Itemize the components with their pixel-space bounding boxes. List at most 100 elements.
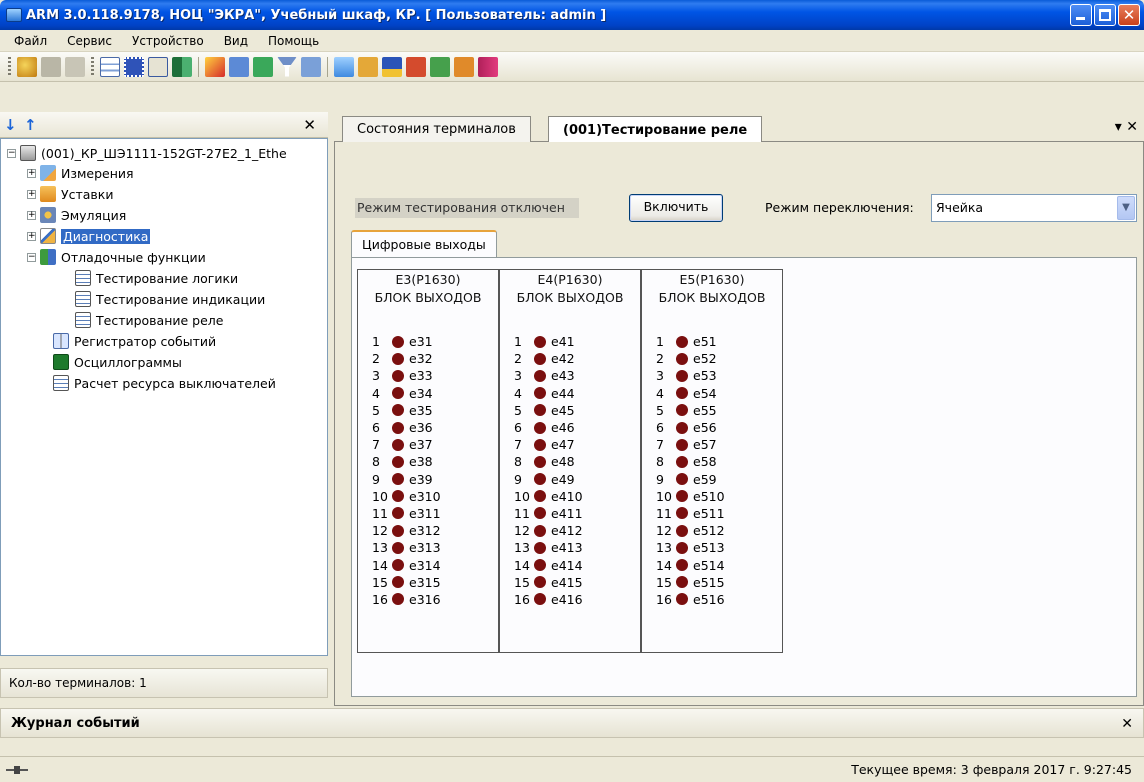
tree-item-diagnostics[interactable]: + Диагностика bbox=[27, 226, 151, 246]
tree-item-settings[interactable]: + Уставки bbox=[27, 184, 113, 204]
output-row[interactable]: 16 e516 bbox=[656, 591, 725, 608]
maximize-button[interactable] bbox=[1094, 4, 1116, 26]
tree-item-oscillograms[interactable]: Осциллограммы bbox=[53, 352, 182, 372]
output-row[interactable]: 1 e41 bbox=[514, 333, 583, 350]
resize-icon[interactable] bbox=[148, 56, 168, 77]
output-row[interactable]: 8 e38 bbox=[372, 453, 441, 470]
arrow-down-icon[interactable]: ↓ bbox=[4, 117, 18, 133]
tree-item-measurements[interactable]: + Измерения bbox=[27, 163, 134, 183]
output-row[interactable]: 4 e44 bbox=[514, 385, 583, 402]
tree-item-debug-functions[interactable]: − Отладочные функции bbox=[27, 247, 206, 267]
output-row[interactable]: 2 e52 bbox=[656, 350, 725, 367]
expand-icon[interactable]: + bbox=[27, 168, 36, 178]
tab-terminal-states[interactable]: Состояния терминалов bbox=[342, 116, 531, 142]
filter-icon[interactable] bbox=[277, 56, 297, 77]
tree-item-emulation[interactable]: + Эмуляция bbox=[27, 205, 126, 225]
chevron-down-icon[interactable]: ▼ bbox=[1117, 196, 1135, 220]
report-icon[interactable] bbox=[205, 56, 225, 77]
output-row[interactable]: 8 e48 bbox=[514, 453, 583, 470]
output-row[interactable]: 13 e313 bbox=[372, 539, 441, 556]
disconnect-icon[interactable] bbox=[41, 56, 61, 77]
output-row[interactable]: 2 e32 bbox=[372, 350, 441, 367]
output-row[interactable]: 1 e31 bbox=[372, 333, 441, 350]
output-row[interactable]: 11 e511 bbox=[656, 505, 725, 522]
plugin-icon[interactable] bbox=[454, 56, 474, 77]
output-row[interactable]: 6 e36 bbox=[372, 419, 441, 436]
clear-filter-icon[interactable] bbox=[301, 56, 321, 77]
tab-list-and-close-icon[interactable]: ▾ ✕ bbox=[1115, 119, 1138, 135]
output-row[interactable]: 12 e412 bbox=[514, 522, 583, 539]
output-row[interactable]: 10 e410 bbox=[514, 488, 583, 505]
toolbar-grip[interactable] bbox=[8, 56, 11, 77]
tab-digital-outputs[interactable]: Цифровые выходы bbox=[351, 230, 497, 258]
network-icon[interactable] bbox=[253, 56, 273, 77]
output-row[interactable]: 5 e55 bbox=[656, 402, 725, 419]
output-row[interactable]: 12 e312 bbox=[372, 522, 441, 539]
tab-relay-testing[interactable]: (001)Тестирование реле bbox=[548, 116, 763, 143]
device-icon[interactable] bbox=[65, 56, 85, 77]
output-row[interactable]: 14 e514 bbox=[656, 556, 725, 573]
folder-open-icon[interactable] bbox=[334, 56, 354, 77]
output-row[interactable]: 3 e33 bbox=[372, 367, 441, 384]
output-row[interactable]: 12 e512 bbox=[656, 522, 725, 539]
output-row[interactable]: 2 e42 bbox=[514, 350, 583, 367]
output-row[interactable]: 11 e411 bbox=[514, 505, 583, 522]
output-row[interactable]: 15 e415 bbox=[514, 574, 583, 591]
output-row[interactable]: 11 e311 bbox=[372, 505, 441, 522]
output-row[interactable]: 5 e35 bbox=[372, 402, 441, 419]
output-row[interactable]: 15 e515 bbox=[656, 574, 725, 591]
output-row[interactable]: 10 e510 bbox=[656, 488, 725, 505]
menu-view[interactable]: Вид bbox=[224, 34, 248, 48]
output-row[interactable]: 4 e54 bbox=[656, 385, 725, 402]
tree-item-event-recorder[interactable]: Регистратор событий bbox=[53, 331, 216, 351]
collapse-icon[interactable]: − bbox=[7, 148, 16, 158]
enable-button[interactable]: Включить bbox=[629, 194, 723, 222]
output-row[interactable]: 6 e46 bbox=[514, 419, 583, 436]
output-row[interactable]: 6 e56 bbox=[656, 419, 725, 436]
output-row[interactable]: 16 e316 bbox=[372, 591, 441, 608]
output-row[interactable]: 1 e51 bbox=[656, 333, 725, 350]
expand-icon[interactable]: + bbox=[27, 231, 36, 241]
collapse-icon[interactable]: − bbox=[27, 252, 36, 262]
select-icon[interactable] bbox=[124, 56, 144, 77]
output-row[interactable]: 16 e416 bbox=[514, 591, 583, 608]
tree-item-breaker-resource[interactable]: Расчет ресурса выключателей bbox=[53, 373, 276, 393]
tree-item-indication-test[interactable]: Тестирование индикации bbox=[75, 289, 265, 309]
output-row[interactable]: 9 e59 bbox=[656, 471, 725, 488]
close-pane-icon[interactable]: ✕ bbox=[303, 116, 316, 134]
output-row[interactable]: 14 e414 bbox=[514, 556, 583, 573]
output-row[interactable]: 9 e39 bbox=[372, 471, 441, 488]
edit-icon[interactable] bbox=[358, 56, 378, 77]
tree-item-logic-test[interactable]: Тестирование логики bbox=[75, 268, 238, 288]
output-row[interactable]: 10 e310 bbox=[372, 488, 441, 505]
tools-icon[interactable] bbox=[430, 56, 450, 77]
grid-icon[interactable] bbox=[172, 56, 192, 77]
minimize-button[interactable] bbox=[1070, 4, 1092, 26]
arrow-up-icon[interactable]: ↑ bbox=[24, 117, 38, 133]
output-row[interactable]: 3 e53 bbox=[656, 367, 725, 384]
output-row[interactable]: 8 e58 bbox=[656, 453, 725, 470]
tree-root[interactable]: − (001)_КР_ШЭ1111-152GT-27E2_1_Ethe bbox=[7, 143, 287, 163]
output-row[interactable]: 14 e314 bbox=[372, 556, 441, 573]
switch-mode-select[interactable]: Ячейка ▼ bbox=[931, 194, 1137, 222]
list-icon[interactable] bbox=[100, 56, 120, 77]
expand-icon[interactable]: + bbox=[27, 189, 36, 199]
output-row[interactable]: 7 e47 bbox=[514, 436, 583, 453]
close-button[interactable]: ✕ bbox=[1118, 4, 1140, 26]
chart-icon[interactable] bbox=[406, 56, 426, 77]
expand-icon[interactable]: + bbox=[27, 210, 36, 220]
output-row[interactable]: 5 e45 bbox=[514, 402, 583, 419]
menu-file[interactable]: Файл bbox=[14, 34, 47, 48]
menu-service[interactable]: Сервис bbox=[67, 34, 112, 48]
output-row[interactable]: 9 e49 bbox=[514, 471, 583, 488]
output-row[interactable]: 13 e513 bbox=[656, 539, 725, 556]
output-row[interactable]: 15 e315 bbox=[372, 574, 441, 591]
output-row[interactable]: 4 e34 bbox=[372, 385, 441, 402]
save-icon[interactable] bbox=[382, 56, 402, 77]
output-row[interactable]: 13 e413 bbox=[514, 539, 583, 556]
output-row[interactable]: 7 e37 bbox=[372, 436, 441, 453]
menu-help[interactable]: Помощь bbox=[268, 34, 319, 48]
close-journal-icon[interactable]: ✕ bbox=[1121, 716, 1133, 732]
tree-item-relay-test[interactable]: Тестирование реле bbox=[75, 310, 223, 330]
export-icon[interactable] bbox=[229, 56, 249, 77]
